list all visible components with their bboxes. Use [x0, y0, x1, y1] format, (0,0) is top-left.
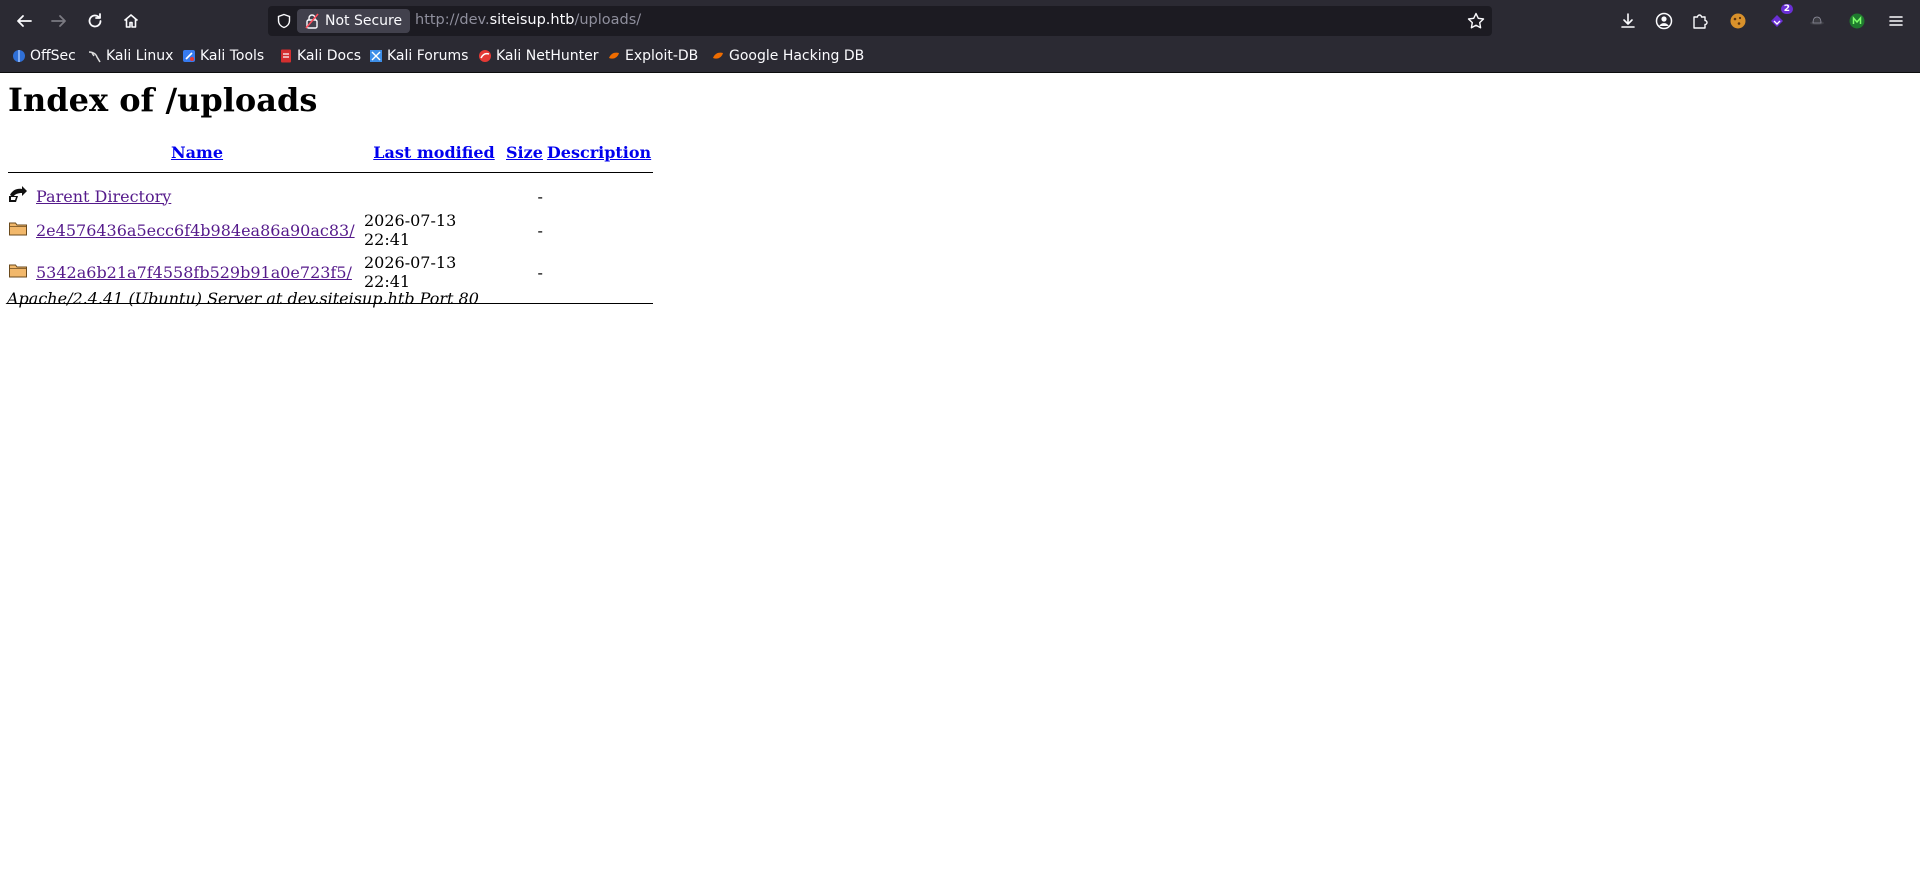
- bookmark-label: Kali Linux: [106, 48, 174, 64]
- forward-button[interactable]: [46, 8, 72, 34]
- bookmark-label: Kali Forums: [387, 48, 469, 64]
- home-button[interactable]: [118, 8, 144, 34]
- modified-cell: 2026-07-13 22:41: [364, 211, 457, 249]
- name-column-header: Name: [34, 141, 360, 164]
- folder-icon: [8, 251, 34, 293]
- account-icon: [1655, 12, 1673, 30]
- tracking-protection-shield-icon[interactable]: [276, 13, 292, 29]
- folder-icon: [8, 209, 34, 251]
- green-shield-extension-icon: [1849, 13, 1865, 29]
- downloads-button[interactable]: [1616, 9, 1640, 33]
- forward-arrow-icon: [51, 15, 66, 27]
- size-cell: -: [537, 262, 543, 282]
- url-text[interactable]: http://dev.siteisup.htb/uploads/: [415, 12, 641, 28]
- bookmark-offsec[interactable]: OffSec: [12, 48, 76, 64]
- home-icon: [123, 14, 139, 28]
- browser-toolbar: Not Secure http://dev.siteisup.htb/uploa…: [0, 0, 1920, 42]
- bookmark-star-icon[interactable]: [1466, 11, 1486, 31]
- insecure-lock-icon: [305, 13, 319, 29]
- app-menu-button[interactable]: [1884, 9, 1908, 33]
- hamburger-menu-icon: [1889, 16, 1903, 26]
- purple-extension-icon: [1771, 15, 1783, 27]
- security-indicator[interactable]: Not Secure: [297, 9, 411, 33]
- reload-button[interactable]: [82, 8, 108, 34]
- directory-listing-table: Name Last modified Size Description Pare…: [8, 141, 654, 304]
- modified-cell: 2026-07-13 22:41: [364, 253, 457, 291]
- description-cell: [545, 251, 653, 293]
- name-cell: 2e4576436a5ecc6f4b984ea86a90ac83/: [34, 209, 360, 251]
- security-label: Not Secure: [325, 13, 403, 29]
- folder-link[interactable]: 5342a6b21a7f4558fb529b91a0e723f5/: [36, 263, 352, 282]
- bookmark-label: Google Hacking DB: [729, 48, 865, 64]
- name-cell: Parent Directory: [34, 183, 360, 209]
- sort-by-name-link[interactable]: Name: [171, 143, 223, 162]
- page-title: Index of /uploads: [8, 81, 318, 119]
- bookmark-kali-forums[interactable]: Kali Forums: [369, 48, 468, 64]
- reload-icon: [88, 13, 102, 28]
- bookmark-kali-nethunter[interactable]: Kali NetHunter: [478, 48, 598, 64]
- download-icon: [1621, 13, 1635, 28]
- bookmarks-toolbar: OffSec Kali Linux Kali Tools Kali Docs K…: [0, 42, 1920, 73]
- bookmark-label: OffSec: [30, 48, 76, 64]
- cookie-extension-button[interactable]: [1726, 9, 1750, 33]
- kali-tools-icon: [182, 49, 196, 63]
- description-column-header: Description: [545, 141, 653, 164]
- bookmark-label: Kali Tools: [200, 48, 265, 64]
- nethunter-icon: [478, 49, 492, 63]
- exploitdb-icon: [607, 49, 621, 63]
- url-host: siteisup.htb: [489, 12, 575, 28]
- kali-dragon-icon: [88, 49, 102, 63]
- puzzle-piece-icon: [1693, 14, 1708, 29]
- description-cell: [545, 183, 653, 209]
- offsec-icon: [12, 49, 26, 63]
- ghdb-icon: [711, 49, 725, 63]
- modified-column-header: Last modified: [360, 141, 504, 164]
- description-cell: [545, 209, 653, 251]
- url-prefix: http://dev.: [415, 12, 490, 28]
- page-content: Index of /uploads Name Last modified Siz…: [0, 73, 1920, 888]
- badge-extension-button[interactable]: 2: [1765, 4, 1793, 33]
- bookmark-kali-docs[interactable]: Kali Docs: [279, 48, 361, 64]
- modified-cell: [360, 183, 504, 209]
- incognito-extension-button[interactable]: [1805, 9, 1829, 33]
- server-signature: Apache/2.4.41 (Ubuntu) Server at dev.sit…: [7, 289, 479, 308]
- size-cell: -: [537, 220, 543, 240]
- horizontal-rule: [8, 172, 654, 173]
- folder-link[interactable]: 2e4576436a5ecc6f4b984ea86a90ac83/: [36, 221, 355, 240]
- hat-icon: [1810, 16, 1824, 25]
- sort-by-size-link[interactable]: Size: [506, 143, 543, 162]
- extension-badge: 2: [1780, 4, 1793, 14]
- name-cell: 5342a6b21a7f4558fb529b91a0e723f5/: [34, 251, 360, 293]
- bookmark-label: Kali NetHunter: [496, 48, 599, 64]
- table-row: Parent Directory -: [8, 183, 653, 209]
- green-extension-button[interactable]: [1845, 9, 1869, 33]
- extensions-button[interactable]: [1688, 9, 1712, 33]
- bookmark-kali-linux[interactable]: Kali Linux: [88, 48, 173, 64]
- bookmark-kali-tools[interactable]: Kali Tools: [182, 48, 264, 64]
- kali-forums-icon: [369, 49, 383, 63]
- parent-directory-link[interactable]: Parent Directory: [36, 187, 171, 206]
- bookmark-exploit-db[interactable]: Exploit-DB: [607, 48, 698, 64]
- sort-by-last-modified-link[interactable]: Last modified: [373, 143, 494, 162]
- size-cell: -: [537, 186, 543, 206]
- size-column-header: Size: [504, 141, 545, 164]
- back-button[interactable]: [11, 8, 37, 34]
- icon-column-header: [8, 141, 34, 164]
- table-header-row: Name Last modified Size Description: [8, 141, 653, 164]
- address-bar[interactable]: Not Secure http://dev.siteisup.htb/uploa…: [268, 6, 1492, 36]
- separator-row: [8, 164, 654, 183]
- parent-directory-icon: [8, 183, 34, 209]
- back-arrow-icon: [17, 15, 32, 27]
- bookmark-label: Kali Docs: [297, 48, 362, 64]
- table-row: 2e4576436a5ecc6f4b984ea86a90ac83/ 2026-0…: [8, 209, 653, 251]
- cookie-icon: [1730, 13, 1746, 29]
- url-path: /uploads/: [574, 12, 642, 28]
- bookmark-label: Exploit-DB: [625, 48, 699, 64]
- bookmark-google-hacking-db[interactable]: Google Hacking DB: [711, 48, 864, 64]
- account-button[interactable]: [1652, 9, 1676, 33]
- table-row: 5342a6b21a7f4558fb529b91a0e723f5/ 2026-0…: [8, 251, 653, 293]
- sort-by-description-link[interactable]: Description: [547, 143, 651, 162]
- kali-docs-icon: [279, 49, 293, 63]
